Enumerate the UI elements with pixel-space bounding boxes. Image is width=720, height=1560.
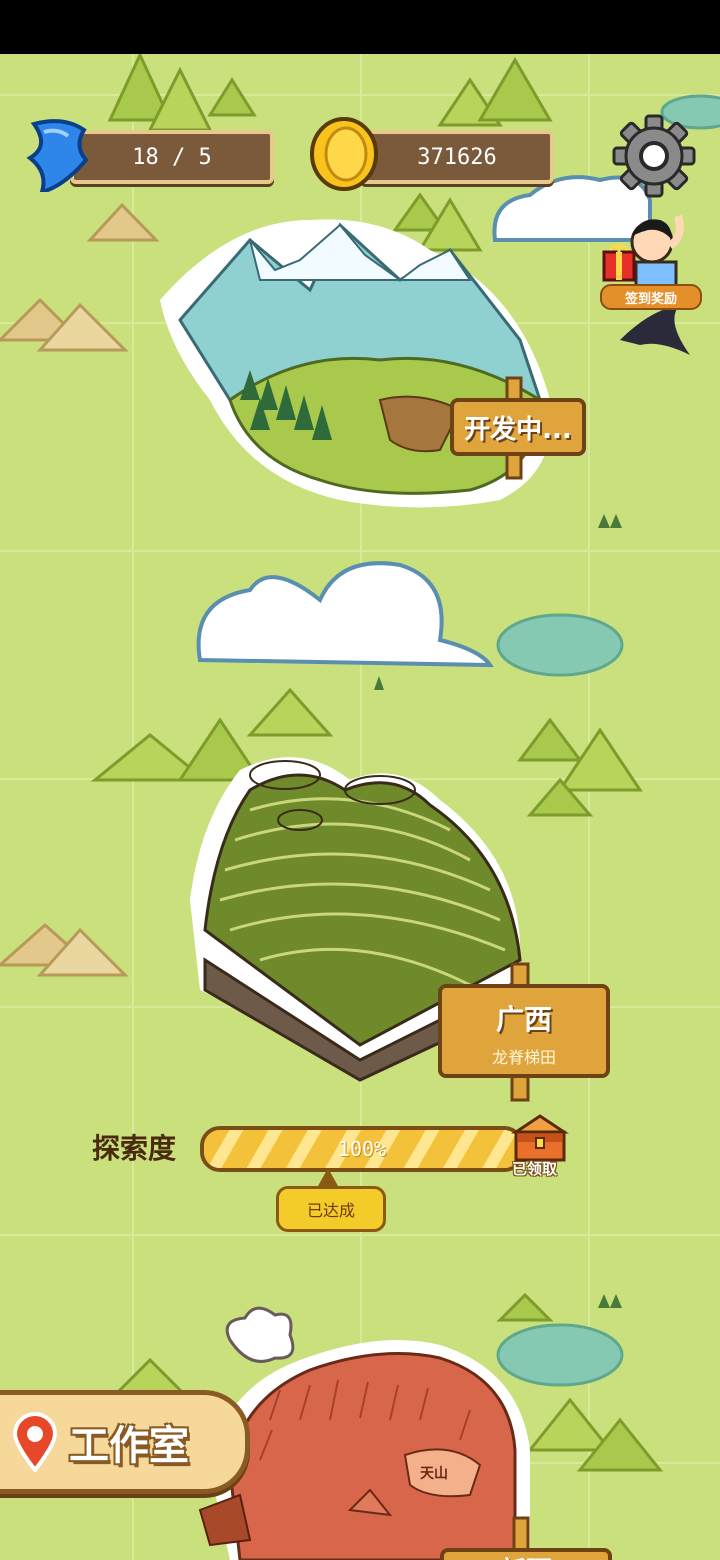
region-subtitle: 龙脊梯田 bbox=[491, 1048, 556, 1067]
studio-label: 工作室 bbox=[69, 1423, 189, 1469]
progress-text: 100% bbox=[337, 1137, 387, 1161]
energy-value: 18 / 5 bbox=[132, 144, 212, 170]
region-title: 广西 bbox=[495, 1003, 552, 1036]
tianshan-label: 天山 bbox=[420, 1466, 448, 1482]
reached-button[interactable]: 已达成 bbox=[276, 1186, 386, 1232]
gear-icon bbox=[612, 114, 696, 198]
reached-label: 已达成 bbox=[306, 1201, 355, 1220]
game-screen: 天山 18 / 5 371626 签到奖励 开发中... 广西 龙脊梯田 探索度… bbox=[0, 0, 720, 1560]
status-bar bbox=[0, 0, 720, 54]
gift-character-icon bbox=[602, 214, 684, 288]
exploration-label: 探索度 bbox=[92, 1132, 177, 1165]
reached-pointer bbox=[318, 1168, 338, 1186]
studio-button[interactable]: 工作室 bbox=[0, 1390, 250, 1494]
checkin-label: 签到奖励 bbox=[600, 284, 702, 310]
location-pin-icon bbox=[12, 1412, 58, 1472]
snow-mountain-region bbox=[160, 219, 552, 508]
region-sign-developing[interactable]: 开发中... bbox=[450, 398, 586, 456]
exploration-progress-bar: 100% bbox=[200, 1126, 524, 1172]
developing-label: 开发中... bbox=[464, 414, 572, 445]
chest-status: 已领取 bbox=[512, 1160, 558, 1178]
region-sign-xinjiang[interactable]: 新疆 bbox=[440, 1548, 612, 1560]
energy-counter: 18 / 5 bbox=[70, 130, 274, 184]
settings-button[interactable] bbox=[610, 114, 698, 202]
gold-coin-icon bbox=[308, 116, 380, 196]
coin-value: 371626 bbox=[417, 144, 497, 170]
region-sign-guangxi[interactable]: 广西 龙脊梯田 bbox=[438, 984, 610, 1078]
blue-drop-icon bbox=[24, 116, 94, 196]
checkin-reward-button[interactable]: 签到奖励 bbox=[596, 206, 706, 326]
coin-counter: 371626 bbox=[360, 130, 554, 184]
